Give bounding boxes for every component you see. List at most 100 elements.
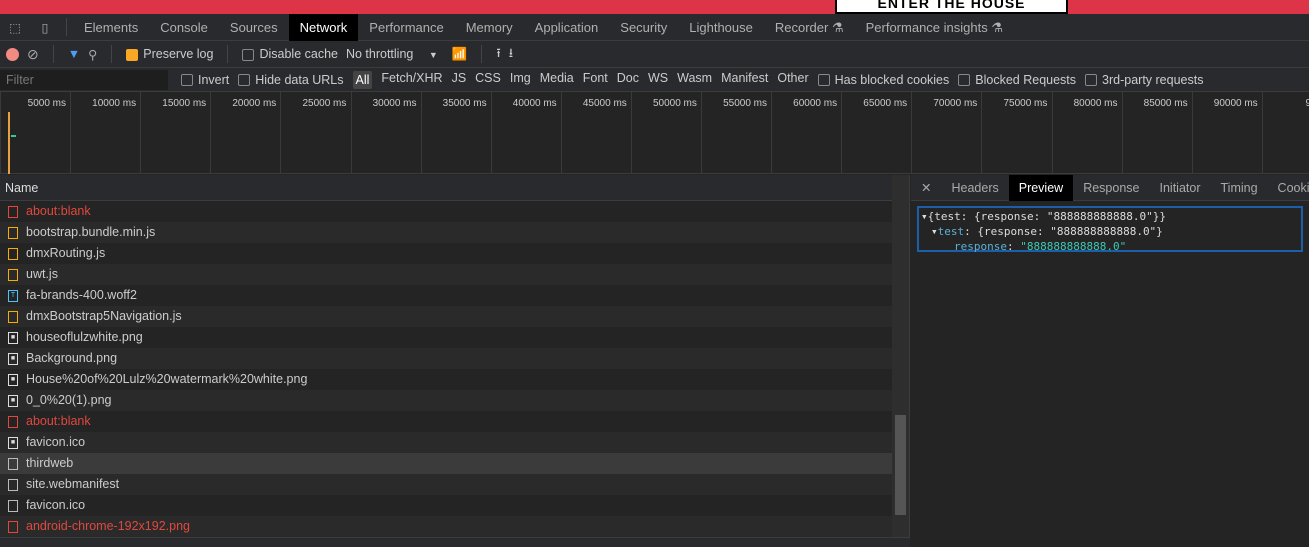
table-row[interactable]: thirdweb bbox=[0, 453, 892, 474]
table-row[interactable]: about:blank bbox=[0, 201, 892, 222]
filter-type-manifest[interactable]: Manifest bbox=[721, 71, 768, 89]
disable-cache-checkbox[interactable]: Disable cache bbox=[242, 47, 338, 61]
table-row[interactable]: favicon.ico bbox=[0, 495, 892, 516]
json-test[interactable]: ▾test: {response: "888888888888.0"} bbox=[921, 224, 1299, 239]
json-response: response: "888888888888.0" bbox=[954, 240, 1127, 253]
table-row[interactable]: site.webmanifest bbox=[0, 474, 892, 495]
details-tab-headers[interactable]: Headers bbox=[941, 175, 1008, 201]
tab-application[interactable]: Application bbox=[524, 14, 610, 41]
img-file-icon: ■ bbox=[8, 352, 18, 365]
tab-console[interactable]: Console bbox=[149, 14, 219, 41]
filter-icon[interactable]: ▼ bbox=[68, 47, 80, 61]
device-toolbar-icon[interactable]: ▯ bbox=[30, 20, 60, 35]
filter-bar: Filter Invert Hide data URLs All Fetch/XH… bbox=[0, 68, 1309, 92]
img-file-icon: ■ bbox=[8, 373, 18, 386]
img-file-icon: ■ bbox=[8, 436, 18, 449]
page-banner: ENTER THE HOUSE bbox=[0, 0, 1309, 14]
inspect-element-icon[interactable]: ⬚ bbox=[0, 20, 30, 35]
tab-elements[interactable]: Elements bbox=[73, 14, 149, 41]
js-file-icon bbox=[8, 310, 18, 323]
network-toolbar: ⊘ ▼ ⚲ Preserve log Disable cache No thro… bbox=[0, 41, 1309, 68]
json-root[interactable]: ▾{test: {response: "888888888888.0"}} bbox=[921, 209, 1299, 224]
details-tab-preview[interactable]: Preview bbox=[1008, 174, 1074, 201]
other-file-icon bbox=[8, 478, 18, 491]
table-row[interactable]: dmxRouting.js bbox=[0, 243, 892, 264]
request-name: House%20of%20Lulz%20watermark%20white.pn… bbox=[26, 372, 308, 386]
throttling-select[interactable]: No throttling ▼ bbox=[346, 47, 438, 61]
filter-type-all[interactable]: All bbox=[352, 70, 373, 89]
tab-network[interactable]: Network bbox=[288, 13, 359, 41]
network-overview-timeline[interactable]: 5000 ms 10000 ms 15000 ms 20000 ms 25000 ms 3… bbox=[0, 92, 1309, 174]
request-name: thirdweb bbox=[26, 456, 74, 470]
table-row[interactable]: ■ favicon.ico bbox=[0, 432, 892, 453]
filter-type-css[interactable]: CSS bbox=[475, 71, 501, 89]
request-name: dmxRouting.js bbox=[26, 246, 106, 260]
other-file-icon bbox=[8, 520, 18, 533]
filter-type-font[interactable]: Font bbox=[583, 71, 608, 89]
request-name: houseoflulzwhite.png bbox=[26, 330, 143, 344]
request-name: favicon.ico bbox=[26, 435, 86, 449]
table-row[interactable]: ■ House%20of%20Lulz%20watermark%20white.p… bbox=[0, 369, 892, 390]
table-row[interactable]: about:blank bbox=[0, 411, 892, 432]
tab-recorder[interactable]: Recorder ⚗ bbox=[764, 14, 855, 41]
hide-data-urls-checkbox[interactable]: Hide data URLs bbox=[238, 73, 344, 87]
timeline-tick: 25000 ms bbox=[280, 92, 350, 174]
request-name: favicon.ico bbox=[26, 498, 86, 512]
filter-type-ws[interactable]: WS bbox=[648, 71, 668, 89]
filter-type-js[interactable]: JS bbox=[452, 71, 467, 89]
network-conditions-icon[interactable]: 📶 bbox=[452, 47, 468, 62]
details-tab-initiator[interactable]: Initiator bbox=[1150, 175, 1211, 201]
export-har-icon[interactable]: ⭳ bbox=[509, 44, 513, 65]
timeline-tick: 75000 ms bbox=[981, 92, 1051, 174]
timeline-tick: 60000 ms bbox=[771, 92, 841, 174]
filter-type-wasm[interactable]: Wasm bbox=[677, 71, 712, 89]
preserve-log-checkbox[interactable]: Preserve log bbox=[126, 47, 213, 61]
table-row[interactable]: android-chrome-192x192.png bbox=[0, 516, 892, 537]
js-file-icon bbox=[8, 247, 18, 260]
devtools-tabs: ⬚ ▯ Elements Console Sources Network Perform… bbox=[0, 13, 1309, 41]
import-har-icon[interactable]: ⭱ bbox=[496, 44, 500, 65]
tab-sources[interactable]: Sources bbox=[219, 14, 289, 41]
tab-security[interactable]: Security bbox=[609, 14, 678, 41]
tab-memory[interactable]: Memory bbox=[455, 14, 524, 41]
name-column-header[interactable]: Name bbox=[0, 175, 909, 201]
tab-performance[interactable]: Performance bbox=[358, 14, 454, 41]
request-name: site.webmanifest bbox=[26, 477, 120, 491]
details-tab-response[interactable]: Response bbox=[1073, 175, 1149, 201]
timeline-tick: 90000 ms bbox=[1191, 92, 1262, 174]
blocked-requests-checkbox[interactable]: Blocked Requests bbox=[958, 73, 1076, 87]
details-tab-timing[interactable]: Timing bbox=[1211, 175, 1268, 201]
table-row[interactable]: ■ houseoflulzwhite.png bbox=[0, 327, 892, 348]
filter-type-media[interactable]: Media bbox=[540, 71, 574, 89]
enter-the-house-button[interactable]: ENTER THE HOUSE bbox=[835, 0, 1068, 14]
scrollbar[interactable] bbox=[892, 175, 909, 537]
timeline-tick: 15000 ms bbox=[140, 92, 210, 174]
filter-input[interactable]: Filter bbox=[0, 69, 168, 90]
blocked-cookies-checkbox[interactable]: Has blocked cookies bbox=[817, 73, 949, 87]
tab-performance-insights[interactable]: Performance insights ⚗ bbox=[855, 14, 1014, 41]
table-row[interactable]: ■ 0_0%20(1).png bbox=[0, 390, 892, 411]
timeline-tick: 65000 ms bbox=[841, 92, 911, 174]
record-icon[interactable] bbox=[6, 47, 19, 61]
filter-type-fetch-xhr[interactable]: Fetch/XHR bbox=[381, 71, 442, 89]
search-icon[interactable]: ⚲ bbox=[88, 47, 97, 62]
img-file-icon: ■ bbox=[8, 331, 18, 344]
divider bbox=[52, 45, 54, 63]
js-file-icon bbox=[8, 226, 18, 239]
table-row[interactable]: dmxBootstrap5Navigation.js bbox=[0, 306, 892, 327]
filter-type-doc[interactable]: Doc bbox=[617, 71, 639, 89]
filter-type-other[interactable]: Other bbox=[777, 71, 808, 89]
tab-lighthouse[interactable]: Lighthouse bbox=[678, 14, 764, 41]
table-row[interactable]: bootstrap.bundle.min.js bbox=[0, 222, 892, 243]
table-row[interactable]: Tfa-brands-400.woff2 bbox=[0, 285, 892, 306]
filter-type-img[interactable]: Img bbox=[510, 71, 531, 89]
table-row[interactable]: uwt.js bbox=[0, 264, 892, 285]
table-row[interactable]: ■ Background.png bbox=[0, 348, 892, 369]
clear-icon[interactable]: ⊘ bbox=[27, 46, 39, 63]
request-name: uwt.js bbox=[26, 267, 58, 281]
json-preview: ▾{test: {response: "888888888888.0"}} ▾t… bbox=[917, 206, 1303, 253]
third-party-checkbox[interactable]: 3rd-party requests bbox=[1085, 73, 1203, 87]
close-icon[interactable]: ✕ bbox=[911, 180, 941, 195]
details-tab-cookies[interactable]: Cookies bbox=[1268, 175, 1309, 201]
invert-checkbox[interactable]: Invert bbox=[181, 73, 229, 87]
